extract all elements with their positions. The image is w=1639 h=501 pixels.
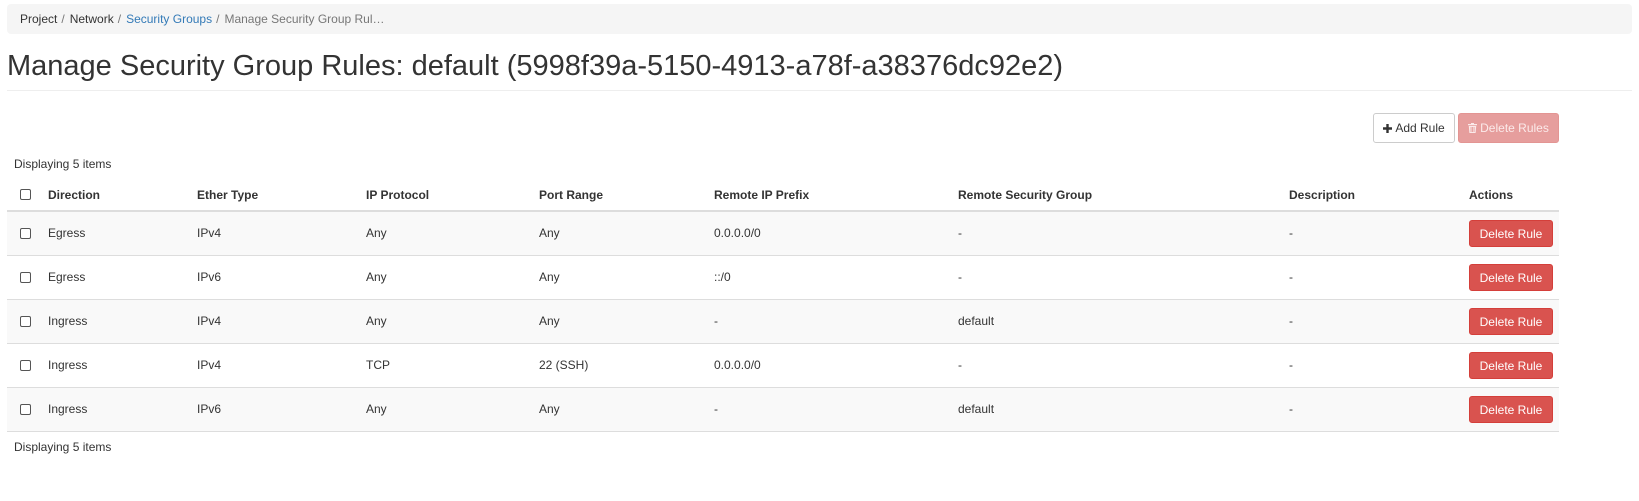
column-header-description[interactable]: Description bbox=[1289, 188, 1355, 202]
cell-description: - bbox=[1289, 270, 1293, 284]
delete-rule-button[interactable]: Delete Rule bbox=[1469, 352, 1553, 379]
plus-icon bbox=[1383, 123, 1393, 133]
delete-rules-button[interactable]: Delete Rules bbox=[1458, 113, 1559, 143]
row-checkbox[interactable] bbox=[20, 316, 31, 327]
cell-description: - bbox=[1289, 314, 1293, 328]
cell-direction: Ingress bbox=[48, 358, 88, 372]
column-header-remote-ip-prefix[interactable]: Remote IP Prefix bbox=[714, 188, 809, 202]
cell-ether-type: IPv4 bbox=[197, 314, 222, 328]
page: Project / Network / Security Groups / Ma… bbox=[0, 0, 1639, 501]
cell-port-range: Any bbox=[539, 270, 560, 284]
column-header-remote-security-group[interactable]: Remote Security Group bbox=[958, 188, 1092, 202]
cell-direction: Ingress bbox=[48, 402, 88, 416]
delete-rule-button[interactable]: Delete Rule bbox=[1469, 396, 1553, 423]
security-group-rules-table: Direction Ether Type IP Protocol Port Ra… bbox=[7, 177, 1559, 432]
column-header-ip-protocol[interactable]: IP Protocol bbox=[366, 188, 429, 202]
cell-description: - bbox=[1289, 226, 1293, 240]
page-title: Manage Security Group Rules: default (59… bbox=[7, 50, 1063, 82]
cell-ether-type: IPv4 bbox=[197, 358, 222, 372]
table-row: Ingress IPv6 Any Any - default - Delete … bbox=[7, 388, 1559, 432]
item-count-top: Displaying 5 items bbox=[14, 157, 112, 171]
breadcrumb-item-current: Manage Security Group Rul… bbox=[224, 12, 385, 26]
cell-direction: Egress bbox=[48, 226, 86, 240]
row-checkbox[interactable] bbox=[20, 272, 31, 283]
column-header-ether-type[interactable]: Ether Type bbox=[197, 188, 258, 202]
column-header-actions: Actions bbox=[1469, 188, 1514, 202]
cell-ether-type: IPv6 bbox=[197, 270, 222, 284]
cell-ether-type: IPv4 bbox=[197, 226, 222, 240]
row-checkbox[interactable] bbox=[20, 228, 31, 239]
cell-remote-ip-prefix: - bbox=[714, 314, 718, 328]
cell-remote-security-group: - bbox=[958, 270, 962, 284]
cell-remote-security-group: - bbox=[958, 226, 962, 240]
cell-ether-type: IPv6 bbox=[197, 402, 222, 416]
column-header-direction[interactable]: Direction bbox=[48, 188, 100, 202]
cell-ip-protocol: Any bbox=[366, 226, 387, 240]
breadcrumb-separator: / bbox=[117, 12, 122, 26]
breadcrumb-item-network[interactable]: Network bbox=[70, 12, 114, 26]
add-rule-label: Add Rule bbox=[1395, 121, 1445, 135]
cell-ip-protocol: Any bbox=[366, 270, 387, 284]
add-rule-button[interactable]: Add Rule bbox=[1373, 113, 1455, 143]
delete-rules-label: Delete Rules bbox=[1480, 121, 1549, 135]
cell-description: - bbox=[1289, 358, 1293, 372]
table-row: Egress IPv6 Any Any ::/0 - - Delete Rule bbox=[7, 256, 1559, 300]
breadcrumb-separator: / bbox=[216, 12, 220, 26]
cell-remote-ip-prefix: - bbox=[714, 402, 718, 416]
cell-port-range: Any bbox=[539, 226, 560, 240]
cell-ip-protocol: Any bbox=[366, 314, 387, 328]
row-checkbox[interactable] bbox=[20, 360, 31, 371]
cell-port-range: 22 (SSH) bbox=[539, 358, 589, 372]
breadcrumb: Project / Network / Security Groups / Ma… bbox=[7, 4, 1632, 34]
cell-direction: Ingress bbox=[48, 314, 88, 328]
delete-rule-button[interactable]: Delete Rule bbox=[1469, 220, 1553, 247]
breadcrumb-item-security-groups[interactable]: Security Groups bbox=[126, 12, 212, 26]
table-row: Ingress IPv4 TCP 22 (SSH) 0.0.0.0/0 - - … bbox=[7, 344, 1559, 388]
select-all-checkbox[interactable] bbox=[20, 189, 31, 200]
table-row: Egress IPv4 Any Any 0.0.0.0/0 - - Delete… bbox=[7, 212, 1559, 256]
table-row: Ingress IPv4 Any Any - default - Delete … bbox=[7, 300, 1559, 344]
trash-icon bbox=[1468, 123, 1478, 133]
delete-rule-button[interactable]: Delete Rule bbox=[1469, 308, 1553, 335]
breadcrumb-separator: / bbox=[61, 12, 65, 26]
item-count-bottom: Displaying 5 items bbox=[14, 440, 112, 454]
cell-remote-security-group: default bbox=[958, 314, 995, 328]
cell-remote-ip-prefix: 0.0.0.0/0 bbox=[714, 226, 761, 240]
cell-direction: Egress bbox=[48, 270, 86, 284]
cell-remote-ip-prefix: 0.0.0.0/0 bbox=[714, 358, 761, 372]
delete-rule-button[interactable]: Delete Rule bbox=[1469, 264, 1553, 291]
page-header: Manage Security Group Rules: default (59… bbox=[7, 48, 1632, 91]
cell-port-range: Any bbox=[539, 402, 560, 416]
table-header-row: Direction Ether Type IP Protocol Port Ra… bbox=[7, 177, 1559, 212]
cell-port-range: Any bbox=[539, 314, 560, 328]
cell-ip-protocol: TCP bbox=[366, 358, 390, 372]
cell-remote-ip-prefix: ::/0 bbox=[714, 270, 731, 284]
cell-description: - bbox=[1289, 402, 1293, 416]
column-header-port-range[interactable]: Port Range bbox=[539, 188, 603, 202]
row-checkbox[interactable] bbox=[20, 404, 31, 415]
cell-remote-security-group: default bbox=[958, 402, 995, 416]
breadcrumb-item-project[interactable]: Project bbox=[20, 12, 57, 26]
cell-remote-security-group: - bbox=[958, 358, 962, 372]
cell-ip-protocol: Any bbox=[366, 402, 387, 416]
